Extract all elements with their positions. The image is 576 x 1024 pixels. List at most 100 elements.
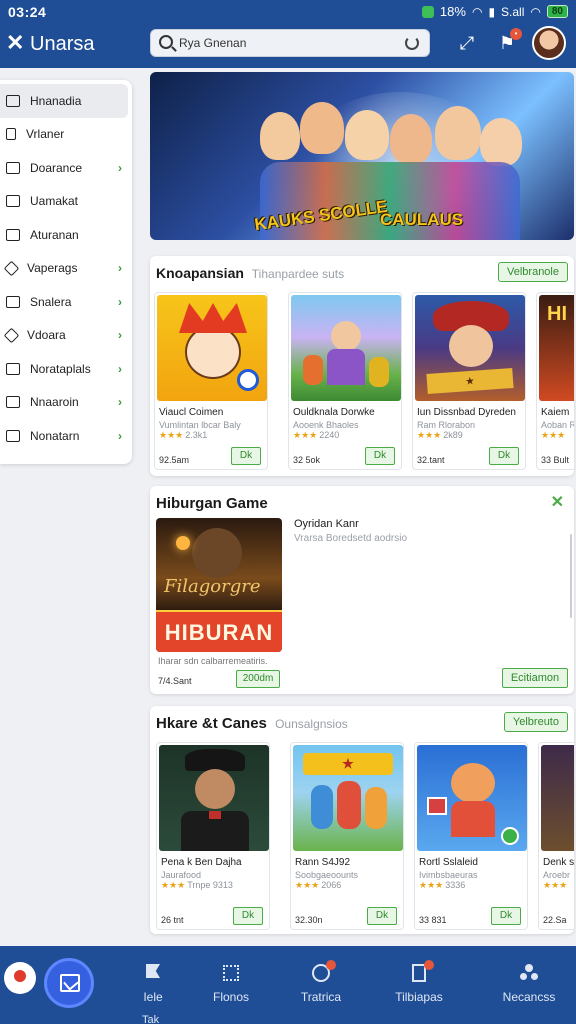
- game-thumbnail: ★: [293, 745, 403, 851]
- sidebar-item-label: Nnaaroin: [30, 395, 79, 410]
- character-image: [435, 106, 481, 160]
- character-image: [480, 118, 522, 166]
- app-bar: ✕ Unarsa ⤢ ⚑•: [0, 26, 576, 66]
- card-get-button[interactable]: Dk: [367, 907, 397, 925]
- game-logo: HI: [547, 303, 567, 325]
- feature-title: Oyridan Kanr: [294, 518, 359, 530]
- feature-thumbnail[interactable]: Filagorgre HIBURAN: [156, 518, 282, 652]
- card-title: Rann S4J92: [295, 857, 351, 868]
- card-rating: ★★★ 2k89: [417, 430, 463, 441]
- card-subtitle: Soobgaeoounts: [295, 870, 359, 880]
- sidebar-item-1[interactable]: Vrlaner: [0, 118, 132, 152]
- game-card[interactable]: Rortl Sslaleid Ivimbsbaeuras ★★★ 3336 33 …: [414, 742, 528, 930]
- notification-badge: •: [510, 28, 522, 40]
- jester-face: [185, 325, 241, 379]
- sidebar-item-7[interactable]: Vdoara ›: [0, 319, 132, 353]
- sidebar-item-label: Vaperags: [27, 261, 78, 276]
- status-bar: 03:24 18% ◠ ▮ S.all ◠ 80: [0, 0, 576, 24]
- nav-item-4[interactable]: Necancss: [484, 960, 574, 1016]
- card-title: Kaiem: [541, 407, 570, 418]
- sidebar-item-label: Snalera: [30, 294, 72, 309]
- nav-item-0[interactable]: Iele: [108, 960, 198, 1016]
- sidebar-item-8[interactable]: Norataplals ›: [0, 352, 132, 386]
- card-get-button[interactable]: Dk: [365, 447, 395, 465]
- card-rating: ★★★ Trnpe 9313: [161, 880, 233, 891]
- search-bar[interactable]: [150, 29, 430, 57]
- compose-icon: [60, 974, 80, 992]
- sidebar-item-label: Uamakat: [30, 194, 79, 209]
- card-get-button[interactable]: Dk: [231, 447, 261, 465]
- refresh-icon[interactable]: [405, 36, 419, 50]
- banner-right-text: CAULAUS: [380, 210, 464, 229]
- stars-icon: ★★★: [293, 430, 318, 440]
- game-logo: ★: [426, 368, 514, 394]
- section-action-button[interactable]: Yelbreuto: [503, 712, 568, 732]
- game-logo: ★: [303, 753, 393, 775]
- feature-action-button[interactable]: Ecitiamon: [502, 668, 568, 688]
- bottom-navigation: Iele Flonos Tratrica Tilbiapas Necancss …: [0, 946, 576, 1024]
- grid-icon: [222, 964, 240, 982]
- notification-icon[interactable]: ⚑ •: [496, 28, 522, 54]
- pirate-face: [449, 325, 493, 367]
- close-icon[interactable]: ✕: [551, 492, 564, 512]
- window-icon: [6, 362, 20, 375]
- lock-icon: [6, 228, 20, 241]
- avatar[interactable]: [532, 26, 566, 60]
- flag-icon: [144, 964, 162, 982]
- game-thumbnail: [417, 745, 527, 851]
- bow-tie: [209, 811, 221, 819]
- card-subtitle: Vumlintan lbcar Baly: [159, 420, 241, 430]
- card-get-button[interactable]: Dk: [233, 907, 263, 925]
- nav-item-3[interactable]: Tilbiapas: [374, 960, 464, 1016]
- section-title-text: Knoapansian: [156, 265, 244, 281]
- feature-price-button[interactable]: 200dm: [236, 670, 280, 688]
- compose-fab[interactable]: [44, 958, 94, 1008]
- sidebar-item-10[interactable]: Nonatarn ›: [0, 419, 132, 453]
- section-subtitle: Ounsalgnsios: [275, 717, 348, 731]
- card-rating-count: 2k89: [443, 430, 463, 440]
- game-card[interactable]: Ouldknala Dorwke Aooenk Bhaoles ★★★ 2240 …: [288, 292, 402, 470]
- game-card[interactable]: Pena k Ben Dajha Jaurafood ★★★ Trnpe 9313…: [156, 742, 270, 930]
- sidebar-item-9[interactable]: Nnaaroin ›: [0, 386, 132, 420]
- card-size: 32 5ok: [293, 455, 321, 465]
- hero-banner[interactable]: KAUKS SCOLLE CAULAUS: [150, 72, 574, 240]
- nav-item-1[interactable]: Flonos: [186, 960, 276, 1016]
- scrollbar[interactable]: [570, 534, 572, 618]
- app-logo-icon[interactable]: ✕: [6, 32, 28, 54]
- sidebar-item-2[interactable]: Doarance ›: [0, 151, 132, 185]
- game-card[interactable]: ★ Rann S4J92 Soobgaeoounts ★★★ 2066 32.30…: [290, 742, 404, 930]
- game-card[interactable]: HI Kaiem Aoban R ★★★ 33 Bult: [536, 292, 574, 470]
- sidebar-item-6[interactable]: Snalera ›: [0, 285, 132, 319]
- bookmark-icon: [410, 960, 434, 982]
- card-size: 32.tant: [417, 455, 445, 465]
- card-get-button[interactable]: Dk: [489, 447, 519, 465]
- record-button[interactable]: [4, 962, 36, 994]
- sidebar-item-3[interactable]: Uamakat: [0, 185, 132, 219]
- status-time: 03:24: [8, 4, 47, 20]
- sidebar-item-0[interactable]: Hnanadia: [0, 84, 128, 118]
- chevron-right-icon: ›: [118, 294, 122, 309]
- character-image: [345, 110, 389, 160]
- game-card[interactable]: Denk s Aroebr ★★★ 22.Sa: [538, 742, 574, 930]
- cart-icon: [6, 195, 20, 208]
- section-action-button[interactable]: Velbranole: [498, 262, 568, 282]
- nav-label: Necancss: [502, 990, 556, 1004]
- card-rating: ★★★ 2.3k1: [159, 430, 207, 441]
- nav-item-2[interactable]: Tratrica: [276, 960, 366, 1016]
- sidebar-item-5[interactable]: Vaperags ›: [0, 252, 132, 286]
- card-rating: ★★★ 2066: [295, 880, 341, 891]
- expand-icon[interactable]: ⤢: [456, 32, 478, 54]
- nav-label: Flonos: [212, 990, 250, 1004]
- card-row: Pena k Ben Dajha Jaurafood ★★★ Trnpe 9313…: [154, 742, 574, 932]
- character-image: [300, 102, 344, 154]
- top-hat: [185, 749, 245, 771]
- magician-face: [195, 769, 235, 809]
- card-get-button[interactable]: Dk: [491, 907, 521, 925]
- game-card[interactable]: ★ Iun Dissnbad Dyreden Ram Rlorabon ★★★ 2…: [412, 292, 526, 470]
- nav-extra-label: Tak: [142, 1014, 160, 1024]
- creature-head: [192, 528, 242, 578]
- search-input[interactable]: [179, 33, 399, 53]
- bookmark-icon: [6, 128, 16, 141]
- sidebar-item-4[interactable]: Aturanan: [0, 218, 132, 252]
- game-card[interactable]: Viaucl Coimen Vumlintan lbcar Baly ★★★ 2.…: [154, 292, 268, 470]
